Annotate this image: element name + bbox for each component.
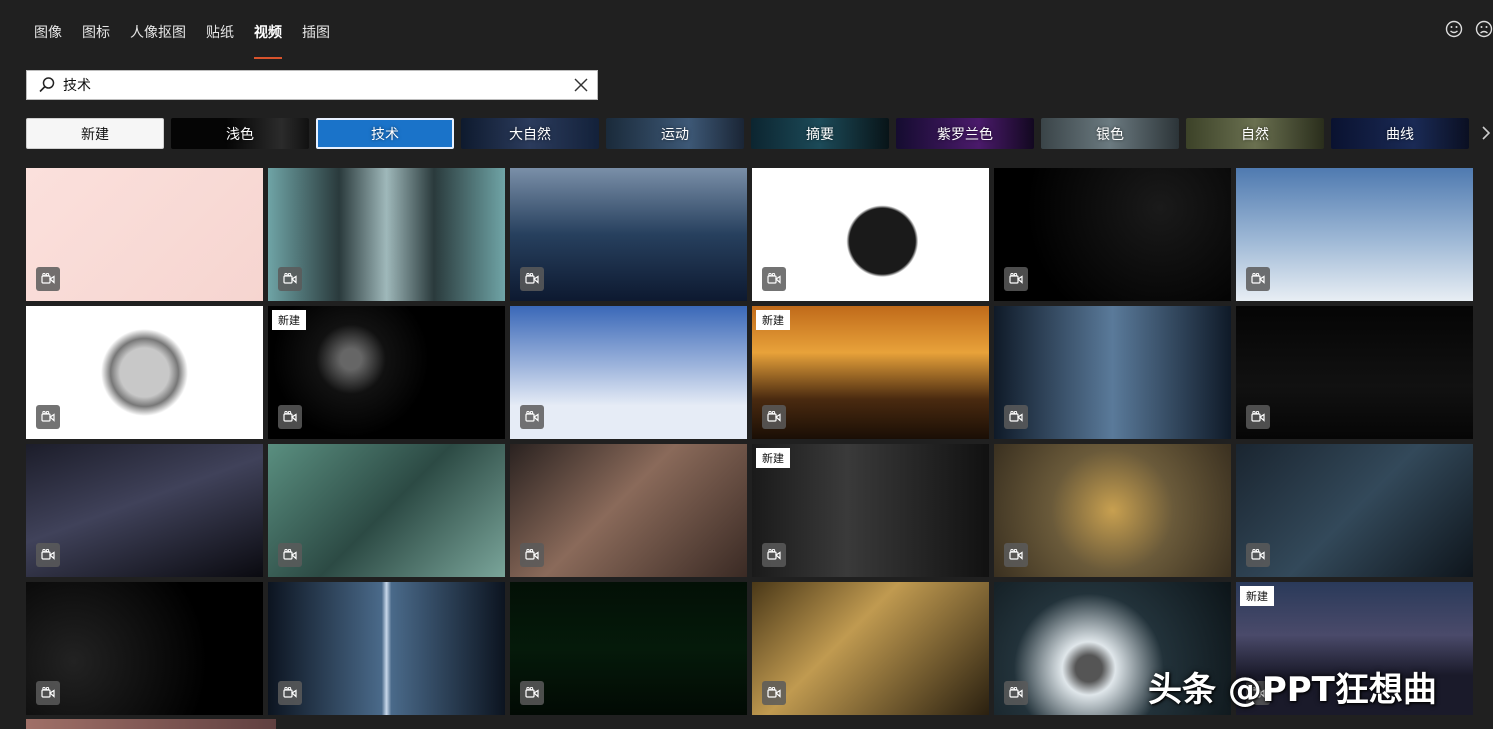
tab-0[interactable]: 图像 xyxy=(26,18,70,52)
category-chip[interactable]: 运动 xyxy=(606,118,744,149)
chip-label: 浅色 xyxy=(226,126,254,143)
video-tile-city-train-sunset[interactable]: 新建 xyxy=(752,306,989,439)
video-tile-microphone[interactable]: 新建 xyxy=(268,306,505,439)
video-tile-rpm-gauge[interactable] xyxy=(26,582,263,715)
video-camera-icon xyxy=(1004,543,1028,567)
video-tile-clock-gears[interactable] xyxy=(994,444,1231,577)
new-badge: 新建 xyxy=(756,310,790,330)
video-tile-film-projector[interactable]: 新建 xyxy=(752,444,989,577)
smile-icon[interactable] xyxy=(1445,20,1463,38)
search-input[interactable]: 技术 xyxy=(63,75,573,95)
search-icon xyxy=(39,77,55,93)
video-camera-icon xyxy=(1246,543,1270,567)
next-row-tile-partial[interactable] xyxy=(26,719,276,729)
video-tile-gears-sphere[interactable] xyxy=(26,306,263,439)
video-tile-circuit-board[interactable] xyxy=(268,444,505,577)
video-tile-golden-gears[interactable] xyxy=(752,582,989,715)
video-tile-typing-hand[interactable] xyxy=(26,444,263,577)
video-camera-icon xyxy=(36,405,60,429)
video-camera-icon xyxy=(278,681,302,705)
category-chip[interactable]: 曲线 xyxy=(1331,118,1469,149)
video-camera-icon xyxy=(36,681,60,705)
tab-4[interactable]: 视频 xyxy=(246,18,290,59)
video-camera-icon xyxy=(278,543,302,567)
new-badge: 新建 xyxy=(272,310,306,330)
category-chip[interactable]: 新建 xyxy=(26,118,164,149)
video-tile-jet-clouds[interactable] xyxy=(510,306,747,439)
tab-5[interactable]: 插图 xyxy=(294,18,338,52)
video-camera-icon xyxy=(520,681,544,705)
video-camera-icon xyxy=(520,543,544,567)
video-tile-desk-illustration[interactable] xyxy=(26,168,263,301)
video-camera-icon xyxy=(1004,681,1028,705)
frown-icon[interactable] xyxy=(1475,20,1493,38)
video-tile-airplane-wing[interactable] xyxy=(1236,168,1473,301)
video-camera-icon xyxy=(36,267,60,291)
video-tile-telephone[interactable] xyxy=(752,168,989,301)
video-tile-server-room[interactable] xyxy=(994,306,1231,439)
category-chip[interactable]: 大自然 xyxy=(461,118,599,149)
category-chip[interactable]: 银色 xyxy=(1041,118,1179,149)
chip-label: 曲线 xyxy=(1386,126,1414,143)
chip-label: 摘要 xyxy=(806,126,834,143)
video-tile-conveyor-boxes[interactable] xyxy=(510,168,747,301)
watermark-text: 头条 @PPT狂想曲 xyxy=(1148,670,1437,710)
video-tile-escalator[interactable] xyxy=(268,168,505,301)
top-right-icons xyxy=(1445,20,1493,38)
chevron-right-icon[interactable] xyxy=(1479,122,1493,144)
tab-2[interactable]: 人像抠图 xyxy=(122,18,194,52)
new-badge: 新建 xyxy=(1240,586,1274,606)
video-camera-icon xyxy=(1246,267,1270,291)
category-chip[interactable]: 浅色 xyxy=(171,118,309,149)
video-camera-icon xyxy=(762,543,786,567)
video-camera-icon xyxy=(36,543,60,567)
search-bar[interactable]: 技术 xyxy=(26,70,598,100)
video-camera-icon xyxy=(520,405,544,429)
media-type-tabs: 图像 图标 人像抠图 贴纸 视频 插图 xyxy=(26,18,342,59)
video-camera-icon xyxy=(520,267,544,291)
video-tile-speedometer[interactable] xyxy=(994,168,1231,301)
video-camera-icon xyxy=(278,267,302,291)
category-chip[interactable]: 紫罗兰色 xyxy=(896,118,1034,149)
category-chips: 新建 浅色 技术 大自然 运动 摘要 紫罗兰色 银色 自然 曲线 xyxy=(26,118,1469,149)
video-camera-icon xyxy=(1246,405,1270,429)
chip-label: 银色 xyxy=(1096,126,1124,143)
video-camera-icon xyxy=(762,681,786,705)
chip-label: 新建 xyxy=(81,126,109,143)
category-chip[interactable]: 摘要 xyxy=(751,118,889,149)
category-chip[interactable]: 自然 xyxy=(1186,118,1324,149)
video-tile-padlock-circuit[interactable] xyxy=(1236,444,1473,577)
category-chip[interactable]: 技术 xyxy=(316,118,454,149)
chip-label: 运动 xyxy=(661,126,689,143)
video-tile-ecg-monitor[interactable] xyxy=(510,582,747,715)
video-tile-bike-chain[interactable] xyxy=(510,444,747,577)
video-tile-datacenter-aisle[interactable] xyxy=(268,582,505,715)
new-badge: 新建 xyxy=(756,448,790,468)
video-camera-icon xyxy=(1004,267,1028,291)
chip-label: 大自然 xyxy=(509,126,551,143)
chip-label: 紫罗兰色 xyxy=(937,126,993,143)
close-icon[interactable] xyxy=(573,77,589,93)
chip-label: 自然 xyxy=(1241,126,1269,143)
chip-label: 技术 xyxy=(371,126,399,143)
video-camera-icon xyxy=(1004,405,1028,429)
video-tile-light-bulbs[interactable] xyxy=(1236,306,1473,439)
video-camera-icon xyxy=(762,267,786,291)
video-results-grid: 新建 新建 新建 新建 xyxy=(26,168,1473,715)
tab-3[interactable]: 贴纸 xyxy=(198,18,242,52)
video-camera-icon xyxy=(278,405,302,429)
tab-1[interactable]: 图标 xyxy=(74,18,118,52)
video-camera-icon xyxy=(762,405,786,429)
